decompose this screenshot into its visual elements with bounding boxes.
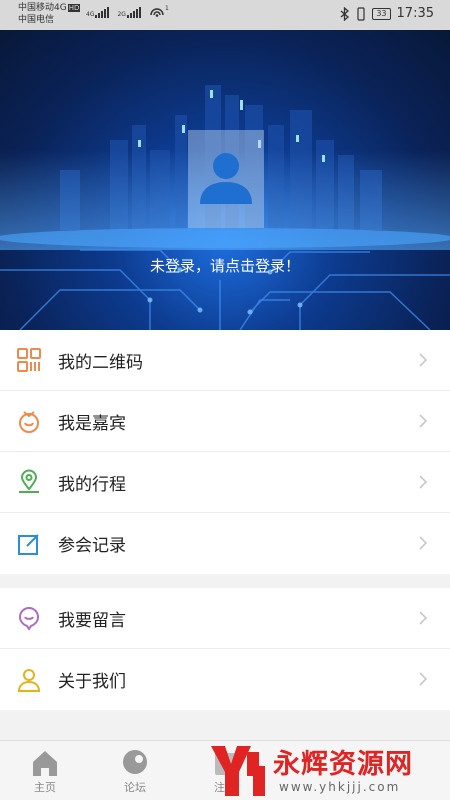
user-icon: [16, 667, 42, 693]
hotspot-icon: [150, 8, 164, 17]
watermark-logo: [211, 746, 265, 796]
chevron-right-icon: [419, 672, 428, 686]
net-type-2: 2G: [117, 11, 126, 18]
bluetooth-icon: [340, 6, 350, 21]
forum-icon: [123, 750, 147, 774]
carrier-info: 中国移动4G HD 中国电信: [18, 2, 81, 26]
profile-header[interactable]: 未登录，请点击登录！: [0, 30, 450, 330]
watermark-url: www.yhkjjj.com: [279, 780, 401, 794]
menu-item-attendance-record[interactable]: 参会记录: [0, 513, 450, 574]
chevron-right-icon: [419, 353, 428, 367]
edit-record-icon: [16, 531, 42, 557]
signal-icon: [95, 6, 110, 18]
menu-item-about-us[interactable]: 关于我们: [0, 649, 450, 710]
clock: 17:35: [396, 6, 434, 21]
carrier-2: 中国电信: [18, 15, 55, 25]
login-prompt[interactable]: 未登录，请点击登录！: [0, 255, 450, 276]
message-bubble-icon: [16, 605, 42, 631]
menu-label: 我的二维码: [58, 352, 143, 373]
menu-label: 我是嘉宾: [58, 413, 126, 434]
chevron-right-icon: [419, 414, 428, 428]
tab-label: 主页: [34, 781, 56, 794]
menu-label: 参会记录: [58, 536, 126, 556]
menu-item-itinerary[interactable]: 我的行程: [0, 452, 450, 513]
menu-label: 关于我们: [58, 672, 126, 692]
menu-label: 我的行程: [58, 474, 126, 495]
avatar[interactable]: [188, 130, 264, 228]
qrcode-icon: [16, 347, 42, 373]
carrier-1: 中国移动4G: [18, 3, 67, 13]
status-bar: 中国移动4G HD 中国电信 4G 2G 1 33 17:35: [0, 0, 450, 30]
watermark-text: 永辉资源网: [273, 749, 413, 780]
menu-item-leave-message[interactable]: 我要留言: [0, 588, 450, 649]
chevron-right-icon: [419, 611, 428, 625]
tab-home[interactable]: 主页: [0, 741, 90, 800]
network-indicators: 4G 2G 1: [86, 6, 169, 18]
hd-badge: HD: [67, 4, 81, 12]
menu-group-account: 我的二维码 我是嘉宾 我的行程 参会记录: [0, 330, 450, 574]
menu-item-guest[interactable]: 我是嘉宾: [0, 391, 450, 452]
battery-indicator: 33: [372, 7, 391, 20]
default-avatar-icon: [200, 153, 252, 204]
chevron-right-icon: [419, 475, 428, 489]
menu-item-qrcode[interactable]: 我的二维码: [0, 330, 450, 391]
status-right: 33 17:35: [340, 6, 434, 21]
watermark: 永辉资源网 www.yhkjjj.com: [205, 740, 450, 800]
menu-group-more: 我要留言 关于我们: [0, 588, 450, 710]
hotspot-count: 1: [164, 5, 169, 12]
tab-forum[interactable]: 论坛: [90, 741, 180, 800]
home-icon: [33, 751, 57, 776]
tab-label: 论坛: [124, 781, 146, 794]
net-type-1: 4G: [86, 11, 95, 18]
vibrate-icon: [357, 6, 365, 21]
chevron-right-icon: [419, 536, 428, 550]
menu-label: 我要留言: [58, 610, 126, 631]
signal-icon: [126, 6, 141, 18]
guest-medal-icon: [16, 408, 42, 434]
location-pin-icon: [16, 469, 42, 495]
